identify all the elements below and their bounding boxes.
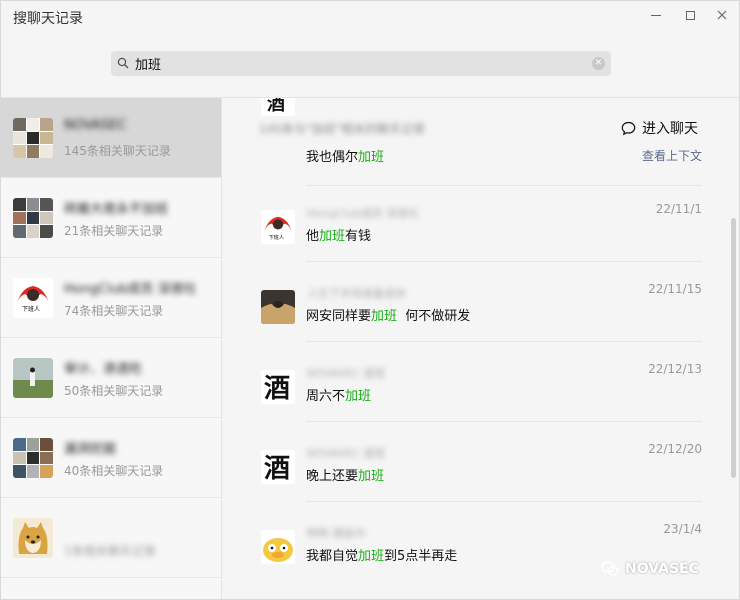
conversation-item[interactable]: 漏洞挖掘 40条相关聊天记录 — [1, 418, 221, 498]
conversation-match-count: 74条相关聊天记录 — [64, 304, 164, 318]
message-text-pre: 晚上还要 — [306, 469, 359, 484]
message-result[interactable]: 酒 NOVASEC 酒哥 22/12/20 晚上还要加班 — [261, 422, 702, 502]
conversation-name: 审计、渗透吃 — [64, 362, 143, 377]
message-date: 23/1/4 — [663, 522, 702, 536]
close-button[interactable] — [709, 5, 735, 25]
message-text-pre: 网安同样要 — [306, 309, 372, 324]
psyduck-avatar — [261, 530, 295, 564]
message-text: 晚上还要加班 — [306, 465, 384, 484]
message-text-post: 何不做研发 — [397, 309, 471, 324]
message-sender: HongClub成员 深夜吐 — [307, 207, 420, 220]
message-result[interactable]: 酒 查看上下文 我也偶尔加班 — [261, 98, 702, 186]
svg-text:酒: 酒 — [264, 374, 290, 404]
conversation-name: NOVASEC — [64, 118, 127, 133]
view-context-link[interactable]: 查看上下文 — [642, 147, 702, 164]
conversation-name: 砖搬大佬永不加班 — [64, 202, 169, 217]
search-chat-history-window: 搜聊天记录 ✕ NOVASEC 145条相关聊天记录 — [0, 0, 740, 600]
calligraphy-avatar: 酒 — [261, 370, 295, 404]
keyword-highlight: 加班 — [358, 549, 385, 564]
keyword-highlight: 加班 — [358, 469, 385, 484]
calligraphy-avatar: 酒 — [261, 450, 295, 484]
message-text-pre: 他 — [306, 229, 320, 244]
conversation-name: 漏洞挖掘 — [64, 442, 117, 457]
user-avatar: 下班人 — [261, 210, 295, 244]
message-result[interactable]: 酒 NOVASEC 酒哥 22/12/13 周六不加班 — [261, 342, 702, 422]
conversation-item[interactable]: 审计、渗透吃 50条相关聊天记录 — [1, 338, 221, 418]
message-text-post: 有钱 — [345, 229, 372, 244]
group-avatar — [13, 118, 53, 158]
watermark: NOVASEC — [601, 561, 699, 577]
svg-text:下班人: 下班人 — [269, 234, 284, 241]
conversation-match-count: 145条相关聊天记录 — [64, 144, 171, 158]
wechat-logo-icon — [601, 561, 619, 576]
close-icon — [717, 10, 727, 20]
search-icon — [117, 57, 129, 69]
minimize-button[interactable] — [643, 5, 669, 25]
message-sender: NOVASEC 酒哥 — [307, 447, 386, 460]
message-text-pre: 我也偶尔 — [306, 150, 359, 165]
maximize-icon — [685, 10, 695, 20]
message-result[interactable]: 下班人 HongClub成员 深夜吐 22/11/1 他加班有钱 — [261, 182, 702, 262]
scrollbar[interactable] — [731, 218, 736, 478]
message-sender: NOVASEC 酒哥 — [307, 367, 386, 380]
keyword-highlight: 加班 — [371, 309, 398, 324]
search-box: ✕ — [111, 51, 611, 76]
message-text-pre: 周六不 — [306, 389, 346, 404]
message-text: 他加班有钱 — [306, 225, 371, 244]
message-sender: 鸭鸭 摸鱼中 — [307, 527, 366, 540]
message-date: 22/11/15 — [648, 282, 702, 296]
keyword-highlight: 加班 — [319, 229, 346, 244]
calligraphy-avatar: 酒 — [261, 98, 295, 116]
message-text: 网安同样要加班 何不做研发 — [306, 305, 470, 324]
user-avatar — [13, 358, 53, 398]
message-date: 22/11/1 — [655, 202, 702, 216]
conversation-match-count: 40条相关聊天记录 — [64, 464, 164, 478]
user-avatar: 下班人 — [13, 278, 53, 318]
group-avatar — [13, 198, 53, 238]
maximize-button[interactable] — [677, 5, 703, 25]
message-text-post: 到5点半再走 — [384, 549, 458, 564]
watermark-text: NOVASEC — [625, 561, 699, 577]
svg-text:酒: 酒 — [264, 454, 290, 484]
message-sender: 人生下半场准备退休 — [307, 287, 406, 300]
clear-search-button[interactable]: ✕ — [592, 57, 605, 70]
conversation-name: HongClub成员 深夜吐 — [64, 282, 197, 297]
message-date: 22/12/20 — [648, 442, 702, 456]
svg-text:下班人: 下班人 — [22, 305, 40, 313]
user-avatar — [261, 290, 295, 324]
keyword-highlight: 加班 — [358, 150, 385, 165]
conversation-list[interactable]: NOVASEC 145条相关聊天记录 砖搬大佬永不加班 21条相关聊天记录 下班… — [1, 98, 222, 599]
conversation-item[interactable]: 1条相关聊天记录 — [1, 498, 221, 578]
conversation-match-count: 50条相关聊天记录 — [64, 384, 164, 398]
message-text: 周六不加班 — [306, 385, 371, 404]
minimize-icon — [651, 14, 661, 16]
message-result[interactable]: 人生下半场准备退休 22/11/15 网安同样要加班 何不做研发 — [261, 262, 702, 342]
title-bar: 搜聊天记录 — [1, 1, 739, 35]
window-title: 搜聊天记录 — [13, 11, 83, 27]
doge-avatar — [13, 518, 53, 558]
message-text: 我也偶尔加班 — [306, 146, 384, 165]
conversation-item[interactable]: NOVASEC 145条相关聊天记录 — [1, 98, 221, 178]
message-text-pre: 我都自觉 — [306, 549, 359, 564]
conversation-match-count: 1条相关聊天记录 — [64, 544, 156, 558]
search-input[interactable] — [135, 53, 575, 74]
conversation-match-count: 21条相关聊天记录 — [64, 224, 164, 238]
conversation-item[interactable]: 砖搬大佬永不加班 21条相关聊天记录 — [1, 178, 221, 258]
message-results-panel: 145条与"加班"相关的聊天记录 进入聊天 酒 查看上下文 我也偶尔加班 下班人 — [223, 98, 739, 599]
conversation-item[interactable]: 下班人 HongClub成员 深夜吐 74条相关聊天记录 — [1, 258, 221, 338]
message-date: 22/12/13 — [648, 362, 702, 376]
message-text: 我都自觉加班到5点半再走 — [306, 545, 457, 564]
group-avatar — [13, 438, 53, 478]
keyword-highlight: 加班 — [345, 389, 372, 404]
svg-text:酒: 酒 — [267, 98, 285, 115]
